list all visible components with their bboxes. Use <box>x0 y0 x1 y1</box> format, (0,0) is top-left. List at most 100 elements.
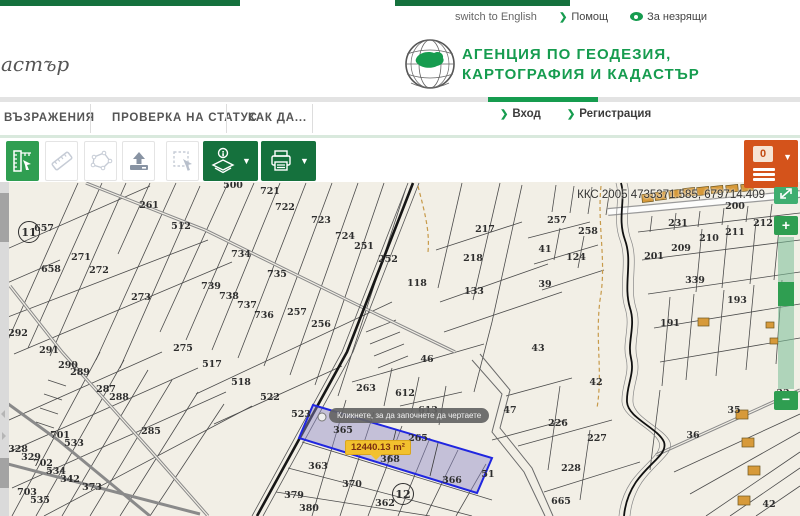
parcel-number: 118 <box>407 278 427 289</box>
chevron-down-icon: ▼ <box>242 156 251 166</box>
parcel-number: 36 <box>686 430 700 441</box>
parcel-number: 272 <box>89 265 109 276</box>
scrollbar-thumb[interactable] <box>0 458 9 488</box>
parcel-number: 252 <box>378 254 398 265</box>
parcel-number: 518 <box>231 377 251 388</box>
parcel-number: 257 <box>287 307 307 318</box>
parcel-number: 368 <box>380 454 400 465</box>
parcel-number: 211 <box>725 227 745 238</box>
cadastral-map[interactable]: 6572615122716582722732922912755007217227… <box>0 182 800 516</box>
register-link[interactable]: ❯Регистрация <box>567 108 651 120</box>
print-dropdown[interactable]: ▼ <box>261 141 316 181</box>
agency-name-line1: АГЕНЦИЯ ПО ГЕОДЕЗИЯ, <box>462 45 700 65</box>
parcel-number: 42 <box>762 499 775 510</box>
ruler-button[interactable] <box>45 141 78 181</box>
parcel-number: 721 <box>260 186 280 197</box>
vertex-handle[interactable] <box>318 413 326 421</box>
parcel-number: 43 <box>531 343 544 354</box>
chevron-down-icon: ▼ <box>300 156 309 166</box>
site-name-partial: астър <box>1 52 69 76</box>
parcel-number: 226 <box>548 418 568 429</box>
chevron-right-icon: ❯ <box>500 109 508 120</box>
zoom-slider-track[interactable] <box>778 237 794 389</box>
top-green-strip-right <box>395 0 570 6</box>
tab-separator <box>226 104 227 133</box>
measure-tool-icon <box>12 149 34 173</box>
parcel-number: 517 <box>202 359 222 370</box>
zoom-slider-handle[interactable] <box>778 282 794 306</box>
draw-tooltip: Кликнете, за да започнете да чертаете <box>329 408 489 423</box>
help-link[interactable]: ❯Помощ <box>559 11 608 23</box>
parcel-number: 275 <box>173 343 193 354</box>
login-link[interactable]: ❯Вход <box>500 108 541 120</box>
parcel-number: 209 <box>671 243 691 254</box>
parcel-number: 193 <box>727 295 747 306</box>
tab-separator <box>90 104 91 133</box>
parcel-number: 257 <box>547 215 567 226</box>
upload-button[interactable] <box>122 141 155 181</box>
parcel-number: 191 <box>660 318 680 329</box>
parcel-number: 251 <box>354 241 374 252</box>
notifications-button[interactable]: 0 ▼ <box>744 140 798 188</box>
main-nav: ВЪЗРАЖЕНИЯ ПРОВЕРКА НА СТАТУС КАК ДА... <box>0 102 800 135</box>
parcel-number: 512 <box>171 221 191 232</box>
tab-separator <box>312 104 313 133</box>
parcel-number: 273 <box>131 292 151 303</box>
collapse-left-icon[interactable] <box>1 410 5 418</box>
parcel-number: 665 <box>551 496 571 507</box>
parcel-number: 658 <box>41 264 61 275</box>
measure-tool-button[interactable] <box>6 141 39 181</box>
parcel-number: 133 <box>464 286 484 297</box>
printer-icon <box>268 148 294 174</box>
parcel-number: 535 <box>30 495 50 506</box>
circled-parcel-number: 12 <box>395 488 410 501</box>
parcel-number: 228 <box>561 463 581 474</box>
map-coordinates: ККС 2005 4735371.585, 679714.409 <box>560 189 765 201</box>
parcel-number: 212 <box>753 218 773 229</box>
parcel-number: 285 <box>141 426 161 437</box>
agency-globe-logo-icon <box>403 36 457 92</box>
parcel-number: 722 <box>275 202 295 213</box>
layers-info-icon <box>210 147 236 175</box>
parcel-number: 373 <box>82 482 102 493</box>
parcel-number: 217 <box>475 224 495 235</box>
parcel-number: 271 <box>71 252 91 263</box>
expand-right-icon[interactable] <box>2 432 6 440</box>
auth-links: ❯Вход ❯Регистрация <box>500 108 651 120</box>
top-green-strip-left <box>0 0 240 6</box>
parcel-number: 263 <box>356 383 376 394</box>
accessibility-link[interactable]: За незрящи <box>630 11 707 23</box>
chevron-down-icon: ▼ <box>783 152 792 162</box>
agency-name-line2: КАРТОГРАФИЯ И КАДАСТЪР <box>462 65 700 85</box>
expand-arrows-icon <box>779 187 793 200</box>
zoom-in-button[interactable]: + <box>774 216 798 235</box>
ruler-icon <box>50 149 74 173</box>
parcel-number: 41 <box>538 244 551 255</box>
parcel-area-label: 12440.13 m² <box>345 440 411 455</box>
select-area-button[interactable] <box>166 141 199 181</box>
zoom-out-button[interactable]: − <box>774 391 798 410</box>
parcel-number: 523 <box>291 409 311 420</box>
draw-polygon-button[interactable] <box>84 141 117 181</box>
parcel-number: 379 <box>284 490 304 501</box>
scrollbar-thumb[interactable] <box>0 193 9 242</box>
parcel-number: 363 <box>308 461 328 472</box>
parcel-number: 124 <box>566 252 586 263</box>
page: switch to English ❯Помощ За незрящи астъ… <box>0 0 800 516</box>
map-toolbar: ▼ ▼ <box>0 138 800 184</box>
layers-info-dropdown[interactable]: ▼ <box>203 141 258 181</box>
parcel-number: 288 <box>109 392 129 403</box>
switch-language-link[interactable]: switch to English <box>455 11 537 23</box>
parcel-number: 227 <box>587 433 607 444</box>
chevron-right-icon: ❯ <box>567 109 575 120</box>
parcel-number: 522 <box>260 392 280 403</box>
left-panel-scrollbar[interactable] <box>0 182 9 516</box>
notification-count-badge: 0 <box>753 146 773 162</box>
fullscreen-button[interactable] <box>774 187 798 204</box>
parcel-number: 723 <box>311 215 331 226</box>
select-area-icon <box>171 149 195 173</box>
parcel-number: 342 <box>60 474 80 485</box>
parcel-number: 612 <box>395 388 415 399</box>
parcel-number: 51 <box>481 469 494 480</box>
polygon-icon <box>89 149 113 173</box>
